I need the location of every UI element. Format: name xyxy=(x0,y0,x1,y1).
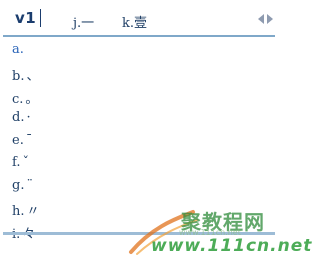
candidate-key: f. xyxy=(12,155,21,170)
candidate-key: j. xyxy=(73,16,82,31)
text-caret xyxy=(40,9,41,27)
candidate-symbol: 、 xyxy=(26,69,40,84)
candidate-symbol: 〃 xyxy=(26,204,40,219)
candidate-symbol: ¨ xyxy=(26,178,33,193)
watermark-url: www.111cn.net xyxy=(151,236,313,256)
candidate-row-c[interactable]: c.。 xyxy=(12,88,38,108)
top-candidate-j[interactable]: j.一 xyxy=(73,12,94,31)
candidate-key: e. xyxy=(12,133,24,148)
candidate-text: 壹 xyxy=(134,16,148,31)
candidate-row-h[interactable]: h. 〃 xyxy=(12,200,40,220)
ime-candidate-panel: v1 j.一 k.壹 a. b.、 c.。 d. · e. ˉ f. ˇ g. ¨ xyxy=(3,2,275,242)
candidate-row-a[interactable]: a. xyxy=(12,42,26,62)
candidate-row-g[interactable]: g. ¨ xyxy=(12,178,33,198)
candidate-row-b[interactable]: b.、 xyxy=(12,65,39,85)
candidate-text: 一 xyxy=(81,16,95,31)
candidate-symbol: ˉ xyxy=(25,133,33,148)
candidate-row-e[interactable]: e. ˉ xyxy=(12,133,32,153)
triangle-right-icon[interactable] xyxy=(267,14,273,24)
candidate-symbol: · xyxy=(26,110,31,125)
panel-bottom-divider xyxy=(3,232,275,235)
candidate-key: b. xyxy=(12,69,25,84)
top-candidate-k[interactable]: k.壹 xyxy=(122,12,147,31)
candidate-row-f[interactable]: f. ˇ xyxy=(12,155,29,175)
candidate-key: d. xyxy=(12,110,25,125)
candidate-symbol: 。 xyxy=(25,92,39,107)
composition-text: v1 xyxy=(15,9,37,27)
candidate-row-d[interactable]: d. · xyxy=(12,110,31,130)
candidate-key: g. xyxy=(12,178,25,193)
candidate-key: h. xyxy=(12,204,25,219)
candidate-top-bar: v1 j.一 k.壹 xyxy=(3,2,275,37)
candidate-key: a. xyxy=(12,42,24,57)
candidate-key: c. xyxy=(12,92,24,107)
candidate-key: k. xyxy=(122,16,135,31)
triangle-left-icon[interactable] xyxy=(258,14,264,24)
candidate-symbol: ˇ xyxy=(22,155,29,170)
